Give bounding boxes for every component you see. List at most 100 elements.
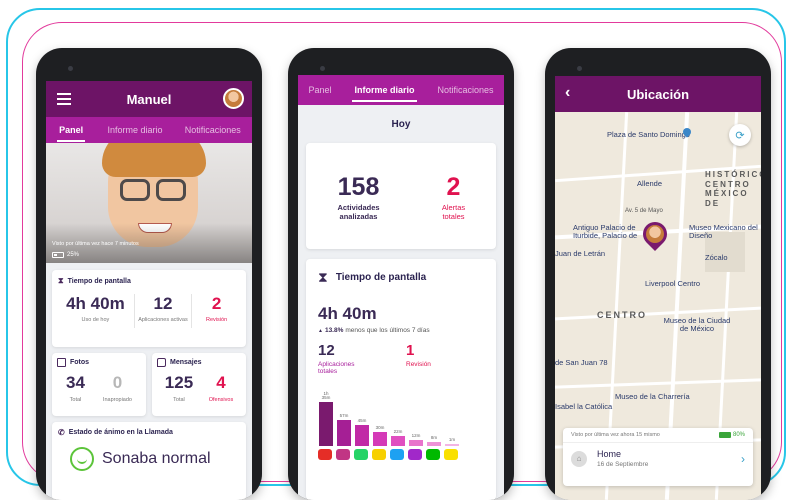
tab-daily-report[interactable]: Informe diario [352,79,417,102]
tab-notifications[interactable]: Notificaciones [185,125,241,135]
photos-card[interactable]: Fotos 34 Total 0 Inapropiado [52,353,146,416]
messages-offensive-value: 4 [216,373,226,392]
photos-total: 34 Total [66,373,85,403]
usage-bar-column: 57m [336,382,352,446]
location-screen: ‹ Ubicación Plaza de Santo Domingo Allen… [555,76,761,500]
phone-location: ‹ Ubicación Plaza de Santo Domingo Allen… [545,48,771,500]
alerts-stat: 2 Alertas totales [419,173,489,221]
back-arrow-icon[interactable]: ‹ [565,84,570,102]
usage-bar-label: 22m [393,429,403,435]
tab-notifications[interactable]: Notificaciones [437,85,493,95]
screen-time-stats: 4h 40m Uso de hoy 12 Aplicaciones activa… [58,294,240,328]
refresh-button[interactable]: ⟳ [729,124,751,146]
map-label: Museo Mexicano del Diseño [689,223,758,241]
kakao-icon [444,448,458,460]
map-label: Isabel la Católica [555,402,613,411]
usage-bar-label: 57m [339,413,349,419]
map-label: Antiguo Palacio de Iturbide, Palacio de [573,223,638,241]
battery-level: 80% [732,432,745,438]
screen-time-card[interactable]: ⧗ Tiempo de pantalla 4h 40m ▲ 13.8% meno… [306,259,496,500]
messages-title: Mensajes [170,359,202,366]
avatar[interactable] [223,88,244,109]
usage-bar-label: 8m [430,435,438,441]
place-date: 16 de Septiembre [597,461,649,468]
trend-text: menos que los últimos 7 días [345,327,430,334]
usage-bar [355,424,369,446]
review-value: 2 [211,294,222,313]
trend-row: ▲ 13.8% menos que los últimos 7 días [318,327,484,334]
photos-total-label: Total [69,397,82,403]
camera-dot [320,66,325,71]
battery-icon [718,432,731,438]
photo-icon [57,358,66,367]
screen-time-title: Tiempo de pantalla [335,272,427,283]
usage-bar-column: 1m [444,382,460,446]
battery-indicator: 80% [718,432,745,438]
apps-stat: 12 Aplicaciones totales [318,342,406,376]
photos-title: Fotos [70,359,90,366]
map-label: Zócalo [705,253,728,262]
photos-inappropriate-label: Inapropiado [102,397,132,403]
photos-inappropriate-value: 0 [112,373,123,392]
usage-bar [319,401,333,446]
map-label: CENTRO [597,310,647,320]
messages-total: 125 Total [165,373,193,403]
location-info-card[interactable]: Visto por última vez ahora 15 mismo 80% … [563,428,753,486]
home-icon: ⌂ [571,450,587,467]
tab-panel[interactable]: Panel [308,85,331,95]
map-label: Museo de la Charrería [615,392,690,401]
location-title: Ubicación [626,86,690,102]
place-row[interactable]: ⌂ Home 16 de Septiembre › [563,443,753,474]
tab-panel[interactable]: Panel [57,119,86,142]
review-stat: 2 Revisión [195,294,239,323]
usage-value: 4h 40m [66,294,125,313]
usage-bar-label: 12m [411,433,421,439]
dashboard-screen: Manuel Panel Informe diario Notificacion… [46,81,252,500]
today-header: Hoy [391,119,411,130]
messages-card[interactable]: Mensajes 125 Total 4 Ofensivos [152,353,246,416]
usage-bar [409,439,423,446]
review-label: Revisión [206,317,228,323]
youtube-icon [318,448,332,460]
summary-stats: 158 Actividades analizadas 2 Alertas tot… [306,173,496,221]
whatsapp-icon [354,448,368,460]
usage-bar-label: 1h 35m [321,390,331,401]
divider [134,294,136,328]
review-stat: 1 Revisión [406,342,431,376]
tab-daily-report[interactable]: Informe diario [107,125,162,135]
phone-icon: ✆ [58,428,65,437]
mood-title: Estado de ánimo en la Llamada [68,429,173,436]
usage-bar [373,431,387,446]
map[interactable]: Plaza de Santo Domingo Allende Av. 5 de … [555,112,761,500]
marketing-stage: Manuel Panel Informe diario Notificacion… [0,0,791,500]
place-details: Home 16 de Septiembre [597,449,741,468]
apps-value: 12 [318,342,335,359]
summary-card[interactable]: 158 Actividades analizadas 2 Alertas tot… [306,143,496,249]
alerts-value: 2 [446,173,461,201]
activities-label: Actividades analizadas [337,203,380,221]
review-label: Revisión [406,361,431,368]
tab-bar: Panel Informe diario Notificaciones [298,75,504,105]
map-label: de San Juan 78 [555,358,608,367]
instagram-icon [336,448,350,460]
phone-daily-report: Panel Informe diario Notificaciones Hoy … [288,48,514,500]
usage-bar-column: 45m [354,382,370,446]
map-label: HISTÓRICO CENTRO MÉXICO DE [705,170,761,208]
mood-card[interactable]: ✆ Estado de ánimo en la Llamada Sonaba n… [52,422,246,500]
usage-bar [427,441,441,446]
last-seen-row: Visto por última vez ahora 15 mismo 80% [563,428,753,443]
app-usage-bar-chart: 1h 35m 57m 45m 30m 22m 12m 8m 1m [318,382,484,446]
twitter-icon [390,448,404,460]
chevron-right-icon[interactable]: › [741,452,745,466]
battery-level: 25% [67,252,80,258]
child-location-marker[interactable] [638,217,672,251]
refresh-icon: ⟳ [735,129,745,142]
battery-indicator: 25% [52,252,79,258]
app-icon-row [318,448,484,460]
apps-stat: 12 Aplicaciones activas [138,294,188,323]
mood-title-row: ✆ Estado de ánimo en la Llamada [58,428,240,437]
usage-stat: 4h 40m Uso de hoy [59,294,131,323]
menu-icon[interactable] [57,93,71,105]
child-photo: Visto por última vez hace 7 minutos 25% [46,143,252,263]
screen-time-card[interactable]: ⧗ Tiempo de pantalla 4h 40m Uso de hoy 1… [52,270,246,347]
